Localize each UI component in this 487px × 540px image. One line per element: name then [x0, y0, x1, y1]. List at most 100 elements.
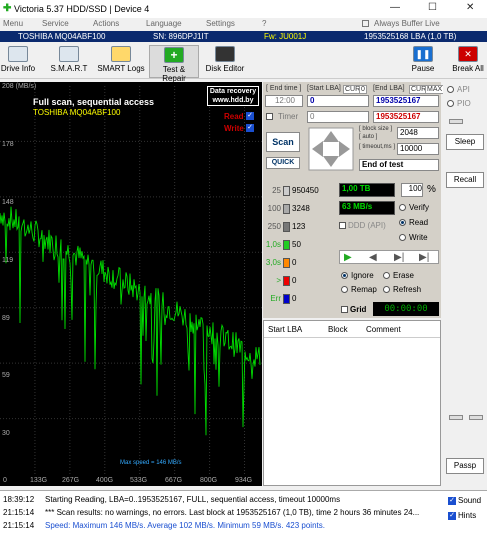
timer-label: Timer [278, 112, 299, 121]
stat-row: 100 3248 [265, 204, 310, 214]
ddd-api-checkbox[interactable]: DDD (API) [339, 221, 386, 230]
menu-item-actions[interactable]: Actions [93, 19, 119, 28]
scan-button[interactable]: Scan [266, 132, 300, 152]
log-panel: 18:39:12 Starting Reading, LBA=0..1953525… [0, 490, 487, 540]
stat-threshold: 250 [267, 222, 281, 232]
drive-info-label: Drive Info [0, 64, 36, 73]
smart-logs-button[interactable]: SMART Logs [97, 45, 145, 78]
data-recovery-badge[interactable]: Data recovery www.hdd.by [207, 86, 259, 106]
erase-radio[interactable]: Erase [383, 271, 414, 280]
passp-button[interactable]: Passp [446, 458, 484, 474]
title-bar: ✚ Victoria 5.37 HDD/SSD | Device 4 — ☐ ✕ [0, 0, 487, 18]
remap-label: Remap [351, 285, 377, 294]
hints-checkbox[interactable]: ✓ Hints [448, 511, 476, 520]
defects-table: Start LBA Block Comment [263, 320, 441, 486]
api-radio[interactable]: API [447, 85, 470, 94]
break-all-label: Break All [452, 64, 484, 73]
pause-button[interactable]: ❚❚ Pause [408, 45, 438, 78]
right-panel: API PIO Sleep Recall Passp [443, 82, 487, 486]
maximize-button[interactable]: ☐ [428, 2, 437, 13]
log-text: Speed: Maximum 146 MB/s. Average 102 MB/… [45, 521, 325, 530]
column-start-lba[interactable]: Start LBA [268, 325, 302, 334]
verify-radio[interactable]: Verify [399, 203, 429, 212]
column-comment[interactable]: Comment [366, 325, 401, 334]
stat-row: >0 [265, 276, 296, 286]
refresh-radio[interactable]: Refresh [383, 285, 421, 294]
skip-forward-icon[interactable]: ▶| [394, 252, 404, 263]
timeout-select[interactable]: 10000 [397, 143, 439, 155]
stat-row: Err 0 [265, 294, 296, 304]
menu-item-settings[interactable]: Settings [206, 19, 235, 28]
percent-unit: % [427, 184, 436, 195]
drive-capacity: 1953525168 LBA (1,0 TB) [364, 32, 457, 41]
graph-subtitle: TOSHIBA MQ04ABF100 [33, 108, 121, 117]
y-axis-unit: 208 (MB/s) [2, 83, 37, 90]
toggle-switch[interactable] [449, 119, 463, 124]
ignore-label: Ignore [351, 271, 374, 280]
test-repair-button[interactable]: + Test & Repair [149, 45, 199, 83]
read-radio[interactable]: Read [399, 218, 428, 227]
play-icon[interactable]: ▶ [344, 252, 352, 263]
graph-title: Full scan, sequential access [33, 97, 155, 107]
recall-button[interactable]: Recall [446, 172, 484, 188]
sleep-button[interactable]: Sleep [446, 134, 484, 150]
write-radio[interactable]: Write [399, 233, 428, 242]
end-lba-label: [End LBA] [373, 85, 405, 92]
break-all-button[interactable]: ✕ Break All [451, 45, 485, 78]
menu-item-language[interactable]: Language [146, 19, 182, 28]
speed-display: 63 MB/s [339, 201, 395, 215]
start-lba-field[interactable]: 0 [307, 95, 369, 107]
toggle-switch[interactable] [469, 415, 483, 420]
drive-info-button[interactable]: Drive Info [0, 45, 36, 78]
auto-label[interactable]: [ auto ] [359, 134, 377, 140]
direction-pad[interactable] [308, 127, 354, 171]
refresh-label: Refresh [393, 285, 422, 294]
grid-checkbox[interactable]: Grid [341, 305, 366, 314]
log-row: 21:15:14 Speed: Maximum 146 MB/s. Average… [3, 521, 325, 530]
max-button[interactable]: MAX [425, 85, 445, 94]
smart-icon [59, 46, 79, 62]
sound-checkbox[interactable]: ✓ Sound [448, 496, 481, 505]
disk-editor-label: Disk Editor [205, 64, 245, 73]
column-block[interactable]: Block [328, 325, 348, 334]
block-size-select[interactable]: 2048 [397, 127, 439, 139]
stat-color-swatch [283, 276, 290, 286]
drive-model: TOSHIBA MQ04ABF100 [18, 32, 106, 41]
menu-item-menu[interactable]: Menu [3, 19, 23, 28]
write-checkbox[interactable]: ✓ [246, 124, 254, 132]
skip-end-icon[interactable]: ▶| [419, 252, 429, 263]
log-time: 18:39:12 [3, 495, 35, 504]
menu-item-help[interactable]: ? [262, 19, 266, 28]
timer-checkbox[interactable] [266, 113, 275, 120]
log-text: Starting Reading, LBA=0..1953525167, FUL… [45, 495, 341, 504]
end-time-label: [ End time ] [266, 85, 302, 92]
pio-label: PIO [457, 99, 471, 108]
x-tick: 800G [200, 477, 218, 484]
minimize-button[interactable]: — [390, 2, 400, 13]
ignore-radio[interactable]: Ignore [341, 271, 374, 280]
toggle-switch[interactable] [449, 415, 463, 420]
stat-color-swatch [283, 186, 290, 196]
remap-radio[interactable]: Remap [341, 285, 377, 294]
close-button[interactable]: ✕ [466, 2, 474, 13]
end-mode-select[interactable]: End of test [359, 159, 439, 171]
zero-button[interactable]: 0 [359, 85, 367, 94]
rewind-icon[interactable]: ◀ [369, 252, 377, 263]
stat-color-swatch [283, 258, 290, 268]
stat-threshold: > [276, 276, 281, 286]
menu-item-service[interactable]: Service [42, 19, 69, 28]
pio-radio[interactable]: PIO [447, 99, 471, 108]
stat-threshold: 1,0s [265, 240, 281, 250]
folder-icon [111, 46, 131, 62]
timer-field[interactable]: 0 [307, 111, 369, 123]
ddd-api-label: DDD (API) [348, 221, 386, 230]
end-time-field[interactable]: 12:00 [265, 95, 303, 107]
read-checkbox[interactable]: ✓ [246, 112, 254, 120]
quick-button[interactable]: QUICK [266, 157, 300, 169]
toolbar: Drive Info S.M.A.R.T SMART Logs + Test &… [0, 43, 487, 83]
stat-threshold: 100 [267, 204, 281, 214]
disk-editor-button[interactable]: Disk Editor [205, 45, 245, 78]
x-tick: 267G [62, 477, 80, 484]
end-lba-field[interactable]: 1953525167 [373, 95, 439, 107]
smart-button[interactable]: S.M.A.R.T [48, 45, 90, 78]
